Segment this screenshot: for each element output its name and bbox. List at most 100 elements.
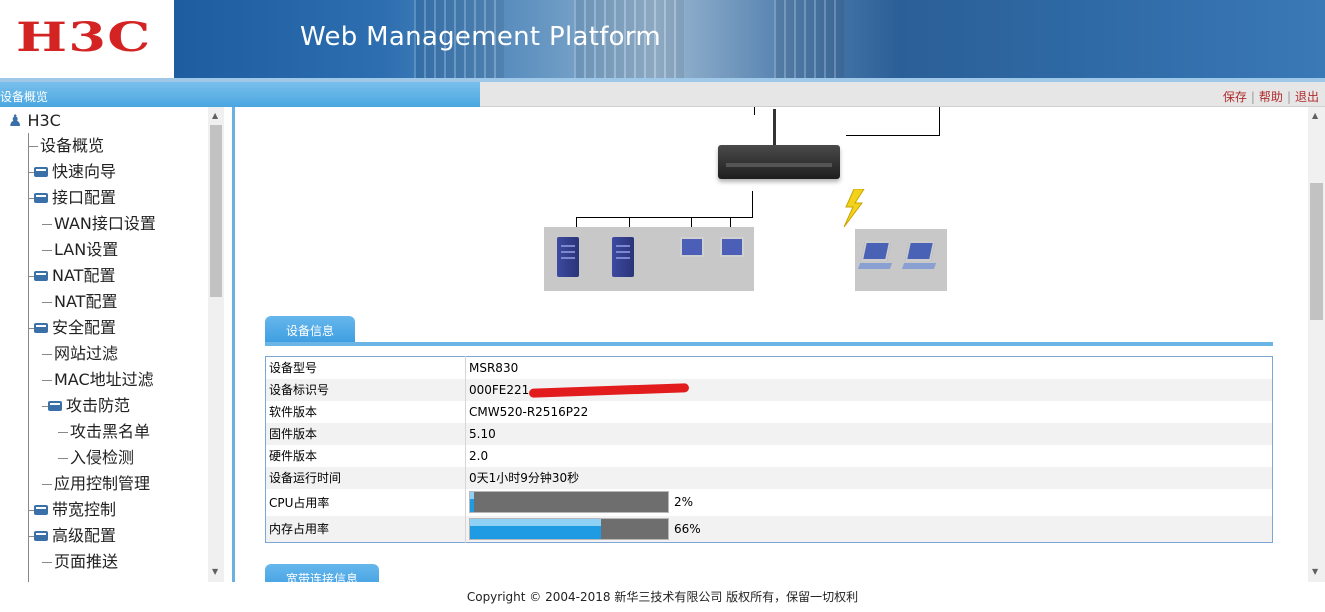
top-links: 保存 | 帮助 | 退出: [1223, 88, 1319, 105]
sidebar-item-wan-settings[interactable]: WAN接口设置: [42, 211, 156, 237]
desktop-pc-icon: [680, 237, 704, 257]
tab-underline: [265, 342, 1273, 346]
desktop-pc-icon: [720, 237, 744, 257]
tree-connector: [42, 224, 52, 225]
help-link[interactable]: 帮助: [1259, 90, 1283, 104]
sidebar-item-interface-config[interactable]: 接口配置: [28, 185, 116, 211]
folder-open-icon: [34, 322, 48, 333]
main-scroll-thumb[interactable]: [1310, 183, 1323, 320]
save-link[interactable]: 保存: [1223, 90, 1247, 104]
sidebar-item-lan-settings[interactable]: LAN设置: [42, 237, 118, 263]
sidebar-item-label: 攻击黑名单: [70, 422, 151, 441]
device-info-table: 设备型号 MSR830 设备标识号 000FE221 软件版本 CMW520-R…: [265, 356, 1273, 543]
row-value: 000FE221: [469, 382, 530, 397]
laptop-base: [857, 263, 893, 269]
sidebar-item-nat-config[interactable]: NAT配置: [42, 289, 117, 315]
tree-root-label: H3C: [27, 111, 61, 130]
sidebar-item-app-control[interactable]: 应用控制管理: [42, 471, 150, 497]
row-value: MSR830: [469, 360, 519, 375]
table-row: 设备运行时间 0天1小时9分钟30秒: [265, 466, 1273, 489]
tree-connector: [58, 432, 68, 433]
row-label: CPU占用率: [265, 488, 466, 516]
laptop-base: [901, 263, 937, 269]
row-label: 设备运行时间: [265, 466, 466, 489]
tree-root-h3c[interactable]: ♟ H3C: [8, 108, 61, 134]
link-separator: |: [1250, 90, 1255, 104]
folder-open-icon: [34, 530, 48, 541]
folder-open-icon: [34, 270, 48, 281]
sidebar-item-label: NAT配置: [54, 292, 118, 311]
sidebar-item-quick-wizard[interactable]: 快速向导: [28, 159, 116, 185]
header-banner: Web Management Platform: [174, 0, 1325, 78]
sidebar-divider[interactable]: [232, 107, 235, 582]
sidebar-item-label: MAC地址过滤: [54, 370, 154, 389]
tree-connector: [42, 562, 52, 563]
main-content: 设备信息 设备型号 MSR830 设备标识号 000FE221 软件版本 CMW…: [238, 107, 1308, 582]
sidebar-item-label: 应用控制管理: [54, 474, 151, 493]
row-value: CMW520-R2516P22: [469, 404, 589, 419]
topology-link: [846, 135, 940, 136]
header: H3C Web Management Platform: [0, 0, 1325, 82]
scroll-up-icon[interactable]: ▲: [212, 111, 218, 120]
table-row: 软件版本 CMW520-R2516P22: [265, 400, 1273, 423]
sidebar-scroll-thumb[interactable]: [210, 125, 222, 297]
row-value-wrapper: 000FE221: [465, 378, 1273, 401]
row-label: 软件版本: [265, 400, 466, 423]
logo: H3C: [0, 0, 174, 78]
redaction-mark: [529, 382, 690, 398]
server-icon: [612, 237, 634, 277]
row-label: 设备型号: [265, 356, 466, 379]
sidebar-item-page-push[interactable]: 页面推送: [42, 549, 118, 575]
sidebar-item-mac-filter[interactable]: MAC地址过滤: [42, 367, 154, 393]
sidebar-item-label: 高级配置: [52, 526, 117, 545]
sidebar-item-attack-defense[interactable]: 攻击防范: [42, 393, 130, 419]
sidebar: ♟ H3C 设备概览 快速向导 接口配置 WAN接口设置 LAN设置 NAT配置…: [0, 107, 226, 582]
tree-connector: [28, 146, 38, 147]
sidebar-item-advanced-config[interactable]: 高级配置: [28, 523, 116, 549]
logout-link[interactable]: 退出: [1295, 90, 1319, 104]
topology-link: [754, 107, 755, 115]
sidebar-item-label: 安全配置: [52, 318, 117, 337]
sidebar-item-website-filter[interactable]: 网站过滤: [42, 341, 118, 367]
topology-link: [752, 191, 753, 217]
sidebar-item-attack-blacklist[interactable]: 攻击黑名单: [58, 419, 150, 445]
scroll-down-icon[interactable]: ▼: [1312, 567, 1318, 576]
sidebar-item-label: LAN设置: [54, 240, 119, 259]
scroll-up-icon[interactable]: ▲: [1312, 111, 1318, 120]
row-label: 硬件版本: [265, 444, 466, 467]
sidebar-item-nat-config-group[interactable]: NAT配置: [28, 263, 115, 289]
table-row: CPU占用率 2%: [265, 488, 1273, 516]
row-label: 内存占用率: [265, 515, 466, 543]
sidebar-scrollbar[interactable]: ▲ ▼: [208, 107, 224, 582]
users-icon: ♟: [8, 111, 23, 130]
breadcrumb: 设备概览: [0, 82, 480, 107]
table-row: 设备型号 MSR830: [265, 356, 1273, 379]
server-icon: [557, 237, 579, 277]
scroll-down-icon[interactable]: ▼: [212, 567, 218, 576]
wireless-clients-group: [855, 229, 947, 291]
tree-connector: [42, 302, 52, 303]
cpu-usage-fill: [470, 492, 474, 512]
tab-broadband-connection[interactable]: 宽带连接信息: [265, 564, 379, 582]
folder-open-icon: [34, 192, 48, 203]
breadcrumb-text: 设备概览: [0, 90, 49, 104]
sidebar-item-label: WAN接口设置: [54, 214, 156, 233]
folder-icon: [34, 504, 48, 515]
memory-usage-percent: 66%: [674, 521, 701, 536]
sidebar-item-intrusion-detection[interactable]: 入侵检测: [58, 445, 134, 471]
wireless-signal-icon: [843, 189, 865, 227]
row-label: 固件版本: [265, 422, 466, 445]
sidebar-item-device-overview[interactable]: 设备概览: [28, 133, 104, 159]
sidebar-item-bandwidth-control[interactable]: 带宽控制: [28, 497, 116, 523]
sidebar-item-label: 页面推送: [54, 552, 119, 571]
platform-title: Web Management Platform: [300, 22, 662, 52]
network-topology-diagram: [238, 107, 1308, 307]
banner-building-graphic: [774, 0, 844, 78]
router-panel: [726, 163, 832, 167]
sidebar-item-security-config[interactable]: 安全配置: [28, 315, 116, 341]
table-row: 硬件版本 2.0: [265, 444, 1273, 467]
sidebar-item-label: 网站过滤: [54, 344, 119, 363]
keyboard-icon: [714, 265, 732, 271]
main-scrollbar[interactable]: ▲ ▼: [1308, 107, 1325, 582]
sidebar-item-label: 快速向导: [52, 162, 117, 181]
